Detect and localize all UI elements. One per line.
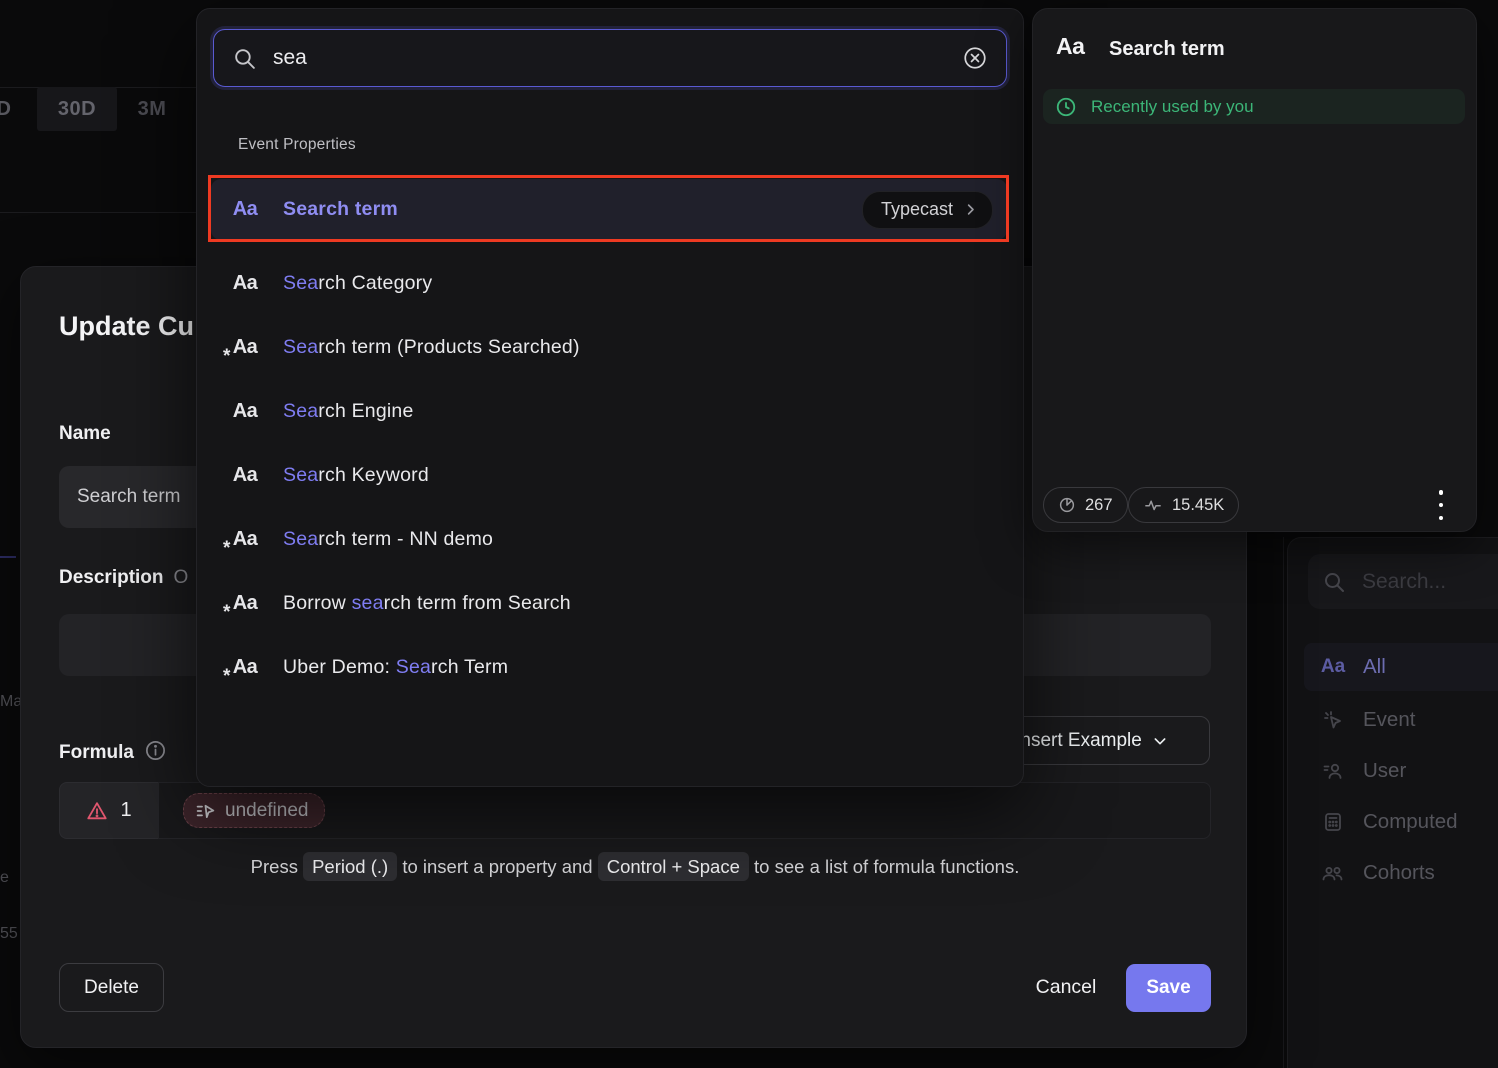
sidebar-item-computed[interactable]: Computed — [1304, 798, 1498, 846]
sidebar-item-label: All — [1363, 655, 1386, 679]
formula-label: Formula — [59, 739, 167, 764]
delete-button[interactable]: Delete — [59, 963, 164, 1012]
text-property-icon: Aa — [225, 272, 265, 295]
panel-edge — [1283, 537, 1284, 1068]
user-icon — [1318, 759, 1348, 783]
custom-property-star-icon: * — [223, 346, 230, 368]
sidebar-item-event[interactable]: Event — [1304, 696, 1498, 744]
recently-used-badge: Recently used by you — [1043, 89, 1465, 124]
property-result-label: Search term - NN demo — [283, 528, 493, 551]
info-icon[interactable] — [144, 739, 167, 762]
text-property-icon: Aa* — [225, 656, 265, 679]
time-range-button-3m[interactable]: 3M — [117, 87, 187, 131]
modal-title: Update Cu — [59, 311, 194, 342]
kbd-control-space: Control + Space — [598, 852, 749, 881]
name-label: Name — [59, 423, 111, 445]
property-search-field[interactable]: sea — [213, 29, 1007, 87]
custom-property-star-icon: * — [223, 666, 230, 688]
sidebar-item-label: Computed — [1363, 810, 1458, 834]
sidebar-item-cohorts[interactable]: Cohorts — [1304, 849, 1498, 897]
sidebar-search-placeholder: Search... — [1362, 570, 1446, 594]
property-result-label: Uber Demo: Search Term — [283, 656, 508, 679]
error-count: 1 — [120, 799, 131, 822]
property-result-row-selected[interactable]: Aa Search term Typecast — [211, 179, 1007, 240]
cancel-button[interactable]: Cancel — [1016, 963, 1116, 1012]
text-property-icon: Aa — [225, 400, 265, 423]
time-range-button-30d[interactable]: 30D — [37, 87, 117, 131]
chevron-down-icon — [1152, 733, 1168, 749]
undefined-token[interactable]: undefined — [183, 793, 325, 828]
property-result-label: Borrow search term from Search — [283, 592, 571, 615]
property-result-label: Search Keyword — [283, 464, 429, 487]
text-property-icon: Aa — [1056, 33, 1084, 60]
warning-icon — [86, 800, 108, 822]
property-result-row[interactable]: Aa* Search term - NN demo — [211, 507, 1007, 571]
chevron-right-icon — [963, 202, 978, 217]
property-result-row[interactable]: Aa* Search term (Products Searched) — [211, 315, 1007, 379]
sidebar-item-label: Cohorts — [1363, 861, 1435, 885]
function-icon — [195, 802, 216, 820]
sidebar-item-label: User — [1363, 759, 1406, 783]
more-options-icon[interactable] — [1432, 490, 1450, 520]
text-property-icon: Aa — [225, 198, 265, 221]
property-result-row[interactable]: Aa* Uber Demo: Search Term — [211, 635, 1007, 699]
property-result-row[interactable]: Aa Search Keyword — [211, 443, 1007, 507]
detail-panel-title: Search term — [1109, 38, 1225, 61]
axis-value-fragment: 55 — [0, 925, 18, 943]
activity-icon — [1143, 496, 1163, 514]
text-property-icon: Aa* — [225, 592, 265, 615]
property-result-row[interactable]: Aa Search Engine — [211, 379, 1007, 443]
property-result-label: Search term — [283, 198, 398, 221]
property-result-label: Search Category — [283, 272, 432, 295]
property-result-label: Search Engine — [283, 400, 414, 423]
text-property-icon: Aa — [1318, 656, 1348, 678]
text-fragment: e — [0, 869, 9, 887]
calculator-icon — [1318, 810, 1348, 834]
text-property-icon: Aa* — [225, 528, 265, 551]
sidebar-item-user[interactable]: User — [1304, 747, 1498, 795]
custom-property-star-icon: * — [223, 602, 230, 624]
sidebar-item-all[interactable]: Aa All — [1304, 643, 1498, 691]
pie-chart-icon — [1058, 496, 1076, 514]
text-property-icon: Aa — [225, 464, 265, 487]
formula-error-gutter: 1 — [59, 782, 158, 839]
search-icon — [232, 46, 257, 71]
formula-input[interactable]: undefined — [158, 782, 1211, 839]
sidebar-item-label: Event — [1363, 708, 1415, 732]
formula-editor-row: 1 undefined — [59, 782, 1211, 839]
kbd-period: Period (.) — [303, 852, 397, 881]
save-button[interactable]: Save — [1126, 964, 1211, 1012]
typecast-button[interactable]: Typecast — [862, 191, 993, 229]
clock-icon — [1055, 96, 1077, 118]
optional-hint: O — [174, 567, 189, 588]
search-icon — [1322, 570, 1346, 594]
app-screen: D 30D 3M May e 55 Search... AaAllEventUs… — [0, 0, 1498, 1068]
property-type-sidebar: Search... Aa All Event User Computed Cohorts — [1287, 537, 1498, 1068]
formula-hint: Press Period (.) to insert a property an… — [59, 856, 1211, 878]
chart-line-fragment — [0, 556, 16, 558]
text-property-icon: Aa* — [225, 336, 265, 359]
section-header-event-properties: Event Properties — [238, 136, 356, 154]
description-label: DescriptionO — [59, 567, 188, 589]
search-query-text: sea — [273, 46, 962, 70]
cursor-click-icon — [1318, 708, 1348, 732]
property-search-dropdown: sea Event Properties Aa Search term Type… — [196, 8, 1024, 787]
people-icon — [1318, 861, 1348, 885]
clear-search-icon[interactable] — [962, 45, 988, 71]
time-range-button-partial[interactable]: D — [0, 88, 18, 130]
volume-stat-pill[interactable]: 15.45K — [1128, 487, 1239, 523]
property-result-row[interactable]: Aa Search Category — [211, 251, 1007, 315]
property-result-row[interactable]: Aa* Borrow search term from Search — [211, 571, 1007, 635]
custom-property-star-icon: * — [223, 538, 230, 560]
cardinality-stat-pill[interactable]: 267 — [1043, 487, 1128, 523]
property-result-label: Search term (Products Searched) — [283, 336, 580, 359]
property-detail-panel: Aa Search term Recently used by you 267 — [1032, 8, 1477, 532]
backdrop-divider — [0, 212, 196, 213]
sidebar-search-input[interactable]: Search... — [1308, 554, 1498, 609]
